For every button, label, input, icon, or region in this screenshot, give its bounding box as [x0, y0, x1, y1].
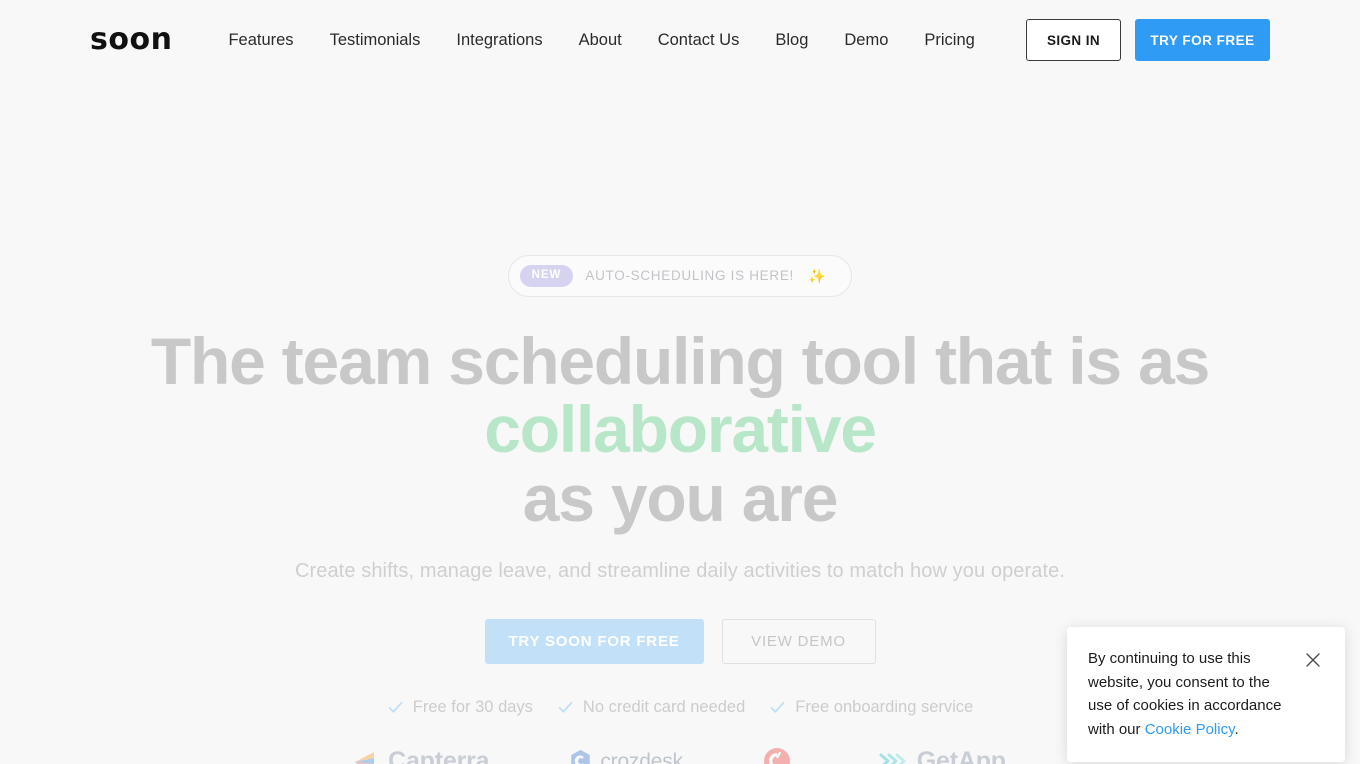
badge-text: AUTO-SCHEDULING IS HERE!	[585, 268, 794, 283]
partner-name: GetApp	[916, 746, 1006, 764]
try-soon-for-free-button[interactable]: TRY SOON FOR FREE	[484, 619, 704, 665]
feature-item: Free onboarding service	[769, 698, 973, 717]
partner-name: Capterra	[388, 746, 490, 764]
nav-item-features[interactable]: Features	[228, 32, 293, 49]
headline-accent-word: collaborative	[484, 392, 877, 467]
nav-item-integrations[interactable]: Integrations	[456, 32, 542, 49]
headline-line-3: as you are	[522, 460, 839, 535]
check-icon	[388, 702, 403, 714]
feature-item: No credit card needed	[557, 698, 745, 717]
cookie-consent-text: By continuing to use this website, you c…	[1088, 647, 1303, 742]
cookie-text-after-link: .	[1234, 721, 1239, 739]
feature-label: No credit card needed	[582, 698, 746, 717]
headline-line-1: The team scheduling tool that is as	[150, 323, 1210, 398]
brand-logo[interactable]: soon	[90, 25, 172, 55]
getapp-icon	[879, 753, 906, 764]
hero-headline: The team scheduling tool that is as coll…	[0, 323, 1360, 535]
partner-capterra[interactable]: Capterra	[354, 746, 490, 764]
hero-subtitle: Create shifts, manage leave, and streaml…	[294, 560, 1066, 583]
capterra-icon	[355, 752, 375, 764]
sparkle-icon: ✨	[808, 267, 826, 284]
partner-getapp[interactable]: GetApp	[879, 746, 1006, 764]
nav-item-demo[interactable]: Demo	[844, 32, 888, 49]
crozdesk-icon	[571, 750, 591, 764]
feature-label: Free for 30 days	[412, 698, 533, 717]
nav-item-pricing[interactable]: Pricing	[924, 32, 974, 49]
sign-in-button[interactable]: SIGN IN	[1026, 19, 1121, 61]
main-navigation: Features Testimonials Integrations About…	[228, 32, 1026, 49]
try-for-free-button[interactable]: TRY FOR FREE	[1135, 19, 1270, 61]
g2-icon	[763, 748, 790, 764]
announcement-badge[interactable]: NEW AUTO-SCHEDULING IS HERE! ✨	[507, 255, 853, 297]
feature-item: Free for 30 days	[387, 698, 533, 717]
nav-item-about[interactable]: About	[579, 32, 622, 49]
partner-name: crozdesk	[600, 749, 683, 764]
nav-item-blog[interactable]: Blog	[775, 32, 808, 49]
badge-new-tag: NEW	[519, 265, 574, 287]
nav-item-testimonials[interactable]: Testimonials	[330, 32, 421, 49]
cookie-policy-link[interactable]: Cookie Policy	[1145, 721, 1235, 738]
check-icon	[558, 702, 573, 714]
header-actions: SIGN IN TRY FOR FREE	[1026, 19, 1270, 61]
check-icon	[770, 702, 785, 714]
site-header: soon Features Testimonials Integrations …	[0, 0, 1360, 80]
partner-g2[interactable]	[763, 747, 799, 764]
nav-item-contact-us[interactable]: Contact Us	[658, 32, 740, 49]
view-demo-button[interactable]: VIEW DEMO	[721, 619, 876, 665]
feature-label: Free onboarding service	[795, 698, 974, 717]
partner-crozdesk[interactable]: crozdesk	[569, 749, 683, 764]
cookie-consent-banner: By continuing to use this website, you c…	[1067, 627, 1345, 762]
close-icon[interactable]	[1303, 650, 1323, 670]
